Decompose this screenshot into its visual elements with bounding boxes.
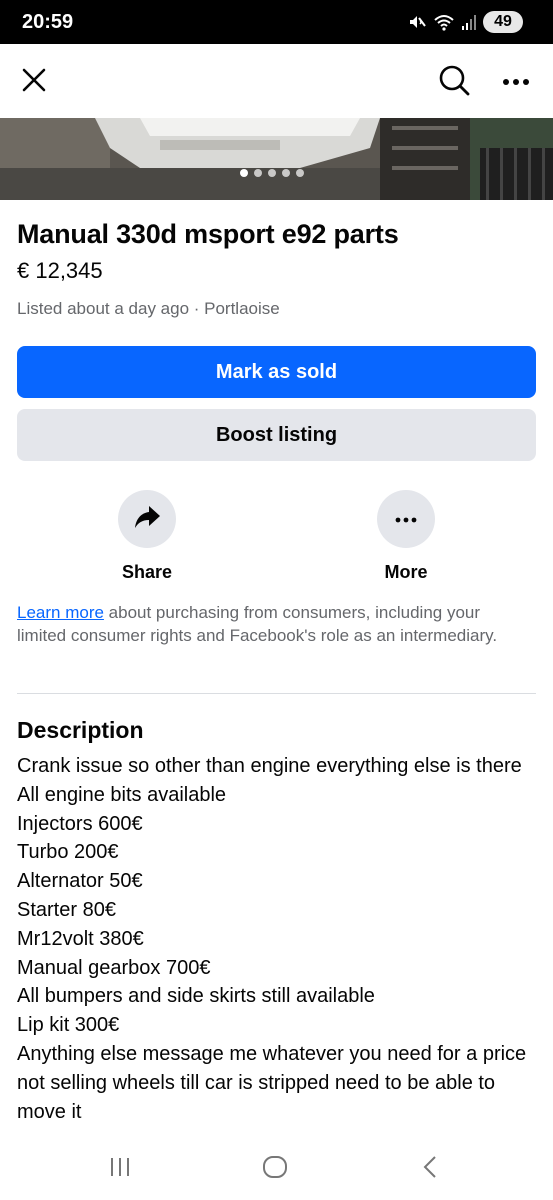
pagination-dot — [254, 169, 262, 177]
more-horizontal-icon — [395, 510, 417, 528]
divider — [17, 693, 536, 694]
description-line: All bumpers and side skirts still availa… — [17, 985, 375, 1008]
pagination-dot — [240, 169, 248, 177]
mute-icon — [407, 12, 427, 32]
description-line: Alternator 50€ — [17, 870, 143, 893]
listing-photo[interactable] — [0, 118, 553, 200]
pagination-dot — [268, 169, 276, 177]
status-bar: 20:59 49 — [0, 0, 553, 44]
share-label: Share — [121, 562, 173, 582]
listing-meta: Listed about a day ago · Portlaoise — [17, 299, 280, 318]
description-line: Mr12volt 380€ — [17, 927, 144, 950]
more-circle — [377, 490, 435, 548]
close-button[interactable] — [14, 62, 54, 102]
home-button[interactable] — [245, 1154, 305, 1184]
close-icon — [21, 67, 47, 98]
recents-button[interactable] — [90, 1154, 150, 1184]
listing-price: € 12,345 — [17, 258, 103, 283]
learn-more-link[interactable]: Learn more — [17, 603, 104, 622]
back-button[interactable] — [400, 1154, 460, 1184]
mark-as-sold-label: Mark as sold — [215, 360, 338, 383]
description-line: Manual gearbox 700€ — [17, 956, 211, 979]
share-icon — [133, 504, 161, 535]
description-heading: Description — [17, 717, 144, 743]
consumer-notice: Learn more about purchasing from consume… — [17, 601, 532, 647]
more-options-button[interactable] — [496, 62, 536, 102]
pagination-dot — [296, 169, 304, 177]
more-label: More — [384, 562, 428, 582]
system-nav-bar — [0, 1150, 553, 1200]
status-icons: 49 — [407, 10, 523, 34]
mark-as-sold-button[interactable]: Mark as sold — [17, 346, 536, 398]
description-line: All engine bits available — [17, 783, 227, 806]
description-line: Starter 80€ — [17, 898, 116, 921]
home-icon — [262, 1155, 288, 1184]
pagination-dot — [282, 169, 290, 177]
share-circle — [118, 490, 176, 548]
recents-icon — [108, 1156, 132, 1183]
signal-icon — [461, 13, 477, 31]
search-button[interactable] — [434, 62, 474, 102]
status-time: 20:59 — [22, 11, 74, 33]
search-icon — [437, 63, 471, 102]
boost-listing-label: Boost listing — [215, 423, 338, 446]
description-line: Turbo 200€ — [17, 841, 119, 864]
photo-pagination — [233, 164, 311, 182]
description-line: Crank issue so other than engine everyth… — [17, 755, 522, 777]
share-button[interactable]: Share — [87, 490, 207, 583]
battery-icon: 49 — [483, 11, 523, 33]
more-horizontal-icon — [501, 73, 531, 91]
battery-level: 49 — [494, 13, 512, 30]
top-bar — [0, 44, 553, 118]
description-body: Crank issue so other than engine everyth… — [17, 752, 537, 1126]
description-line: Injectors 600€ — [17, 812, 143, 835]
listing-title: Manual 330d msport e92 parts — [17, 219, 399, 249]
boost-listing-button[interactable]: Boost listing — [17, 409, 536, 461]
description-line: Anything else message me whatever you ne… — [17, 1042, 527, 1123]
wifi-icon — [433, 12, 455, 32]
back-icon — [420, 1155, 440, 1184]
more-button[interactable]: More — [346, 490, 466, 583]
description-line: Lip kit 300€ — [17, 1014, 120, 1037]
